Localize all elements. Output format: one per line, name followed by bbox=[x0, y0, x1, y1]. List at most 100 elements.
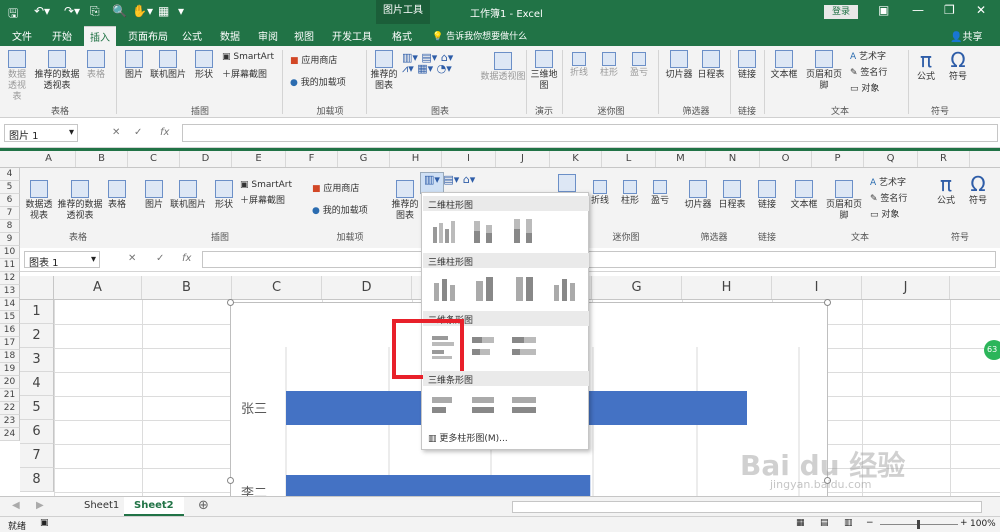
column-header[interactable]: D bbox=[322, 276, 412, 299]
symbol-button[interactable]: Ω 符号 bbox=[944, 48, 972, 83]
formula-input[interactable] bbox=[182, 124, 998, 142]
tab-formulas[interactable]: 公式 bbox=[182, 28, 202, 43]
cancel-icon[interactable]: ✕ bbox=[112, 127, 120, 138]
3d-clustered-column-icon[interactable] bbox=[428, 273, 458, 303]
store-button[interactable]: ■ 应用商店 bbox=[290, 56, 337, 67]
3d-stacked-bar-icon[interactable] bbox=[468, 391, 498, 421]
recommended-pivot-button[interactable]: 推荐的数据透视表 bbox=[34, 50, 80, 92]
row-header[interactable]: 4 bbox=[20, 372, 54, 396]
object-button-2[interactable]: ▭ 对象 bbox=[870, 210, 899, 221]
restore-icon[interactable]: ❐ bbox=[944, 3, 955, 17]
sparkline-column-button-2[interactable]: 柱形 bbox=[618, 180, 642, 207]
formula-input-2[interactable] bbox=[202, 251, 996, 268]
timeline-button-2[interactable]: 日程表 bbox=[716, 180, 748, 211]
fx-icon[interactable]: fx bbox=[182, 253, 191, 264]
sparkline-line-button[interactable]: 折线 bbox=[568, 52, 590, 79]
row-header[interactable]: 7 bbox=[20, 444, 54, 468]
share-button[interactable]: 👤共享 bbox=[950, 28, 982, 43]
tab-page-layout[interactable]: 页面布局 bbox=[128, 28, 168, 43]
link-button[interactable]: 链接 bbox=[736, 50, 758, 81]
normal-view-icon[interactable]: ▦ bbox=[796, 518, 805, 528]
enter-icon[interactable]: ✓ bbox=[134, 127, 142, 138]
sparkline-winloss-button-2[interactable]: 盈亏 bbox=[648, 180, 672, 207]
paint-icon[interactable]: ▦ bbox=[158, 4, 169, 18]
page-layout-view-icon[interactable]: ▤ bbox=[820, 518, 829, 528]
slicer-button-2[interactable]: 切片器 bbox=[682, 180, 714, 211]
sheet-tab-sheet1[interactable]: Sheet1 bbox=[74, 497, 129, 516]
textbox-button-2[interactable]: 文本框 bbox=[788, 180, 820, 211]
recommended-charts-button-2[interactable]: 推荐的图表 bbox=[390, 180, 420, 222]
symbol-button-2[interactable]: Ω 符号 bbox=[964, 172, 992, 207]
tell-me-box[interactable]: 💡 告诉我你想要做什么 bbox=[432, 29, 527, 42]
3d-stacked-column-icon[interactable] bbox=[468, 273, 498, 303]
zoom-slider-thumb[interactable] bbox=[917, 520, 920, 529]
column-header[interactable]: H bbox=[682, 276, 772, 299]
header-footer-button-2[interactable]: 页眉和页脚 bbox=[822, 180, 866, 222]
resize-handle[interactable] bbox=[227, 477, 234, 484]
pivottable-button[interactable]: 数据透视表 bbox=[4, 50, 30, 103]
enter-icon[interactable]: ✓ bbox=[156, 253, 164, 264]
zoom-in-icon[interactable]: + bbox=[960, 518, 968, 528]
zoom-out-icon[interactable]: − bbox=[866, 518, 874, 528]
add-sheet-icon[interactable]: ⊕ bbox=[198, 498, 209, 513]
pivotchart-button[interactable]: 数据透视图 bbox=[476, 52, 530, 83]
tab-insert[interactable]: 插入 bbox=[84, 26, 116, 46]
tab-view[interactable]: 视图 bbox=[294, 28, 314, 43]
scroll-left-icon[interactable]: ◀ bbox=[12, 500, 20, 511]
wordart-button[interactable]: A 艺术字 bbox=[850, 52, 886, 63]
scroll-right-icon[interactable]: ▶ bbox=[36, 500, 44, 511]
smartart-button[interactable]: ▣ SmartArt bbox=[222, 52, 274, 63]
pictures-button[interactable]: 图片 bbox=[122, 50, 146, 81]
textbox-button[interactable]: 文本框 bbox=[768, 50, 800, 81]
pictures-button-2[interactable]: 图片 bbox=[142, 180, 166, 211]
close-icon[interactable]: ✕ bbox=[976, 3, 986, 17]
store-button-2[interactable]: ■ 应用商店 bbox=[312, 184, 359, 195]
tab-home[interactable]: 开始 bbox=[52, 28, 72, 43]
column-header[interactable]: A bbox=[54, 276, 142, 299]
touch-mode-icon[interactable]: ✋▾ bbox=[132, 4, 153, 18]
column-header[interactable]: B bbox=[142, 276, 232, 299]
sheet-tab-sheet2[interactable]: Sheet2 bbox=[124, 497, 184, 516]
tab-file[interactable]: 文件 bbox=[12, 28, 32, 43]
tab-format[interactable]: 格式 bbox=[392, 28, 412, 43]
recommended-pivot-button-2[interactable]: 推荐的数据透视表 bbox=[56, 180, 104, 222]
equation-button[interactable]: π 公式 bbox=[912, 48, 940, 83]
smartart-button-2[interactable]: ▣ SmartArt bbox=[240, 180, 292, 191]
login-button[interactable]: 登录 bbox=[824, 5, 858, 19]
select-all-corner[interactable] bbox=[20, 276, 54, 300]
object-button[interactable]: ▭ 对象 bbox=[850, 84, 879, 95]
save-icon[interactable]: 🖫 bbox=[8, 4, 18, 25]
clustered-column-icon[interactable] bbox=[428, 215, 458, 245]
copy-icon[interactable]: ⎘ bbox=[90, 4, 100, 19]
timeline-button[interactable]: 日程表 bbox=[696, 50, 726, 81]
3d-100-stacked-column-icon[interactable] bbox=[508, 273, 538, 303]
row-header[interactable]: 3 bbox=[20, 348, 54, 372]
cancel-icon[interactable]: ✕ bbox=[128, 253, 136, 264]
slicer-button[interactable]: 切片器 bbox=[664, 50, 694, 81]
shapes-button-2[interactable]: 形状 bbox=[210, 180, 238, 211]
sparkline-winloss-button[interactable]: 盈亏 bbox=[628, 52, 650, 79]
row-header[interactable]: 6 bbox=[20, 420, 54, 444]
horizontal-scrollbar[interactable] bbox=[512, 501, 982, 513]
100-stacked-column-icon[interactable] bbox=[508, 215, 538, 245]
undo-icon[interactable]: ↶▾ bbox=[34, 4, 50, 18]
link-button-2[interactable]: 链接 bbox=[756, 180, 778, 211]
screenshot-button[interactable]: ＋屏幕截图 bbox=[222, 70, 267, 81]
column-header[interactable]: I bbox=[772, 276, 862, 299]
row-header[interactable]: 1 bbox=[20, 300, 54, 324]
resize-handle[interactable] bbox=[824, 299, 831, 306]
my-addins-button-2[interactable]: ● 我的加载项 bbox=[312, 206, 368, 217]
pivottable-button-2[interactable]: 数据透视表 bbox=[24, 180, 54, 222]
online-pictures-button-2[interactable]: 联机图片 bbox=[170, 180, 206, 211]
tab-review[interactable]: 审阅 bbox=[258, 28, 278, 43]
sparkline-line-button-2[interactable]: 折线 bbox=[588, 180, 612, 207]
page-break-view-icon[interactable]: ▥ bbox=[844, 518, 853, 528]
3d-column-icon[interactable] bbox=[548, 273, 578, 303]
stacked-column-icon[interactable] bbox=[468, 215, 498, 245]
row-header[interactable]: 2 bbox=[20, 324, 54, 348]
header-footer-button[interactable]: 页眉和页脚 bbox=[802, 50, 846, 92]
column-header[interactable]: C bbox=[232, 276, 322, 299]
row-header[interactable]: 8 bbox=[20, 468, 54, 492]
100-stacked-bar-icon[interactable] bbox=[508, 331, 538, 361]
screenshot-button-2[interactable]: ＋屏幕截图 bbox=[240, 196, 285, 207]
